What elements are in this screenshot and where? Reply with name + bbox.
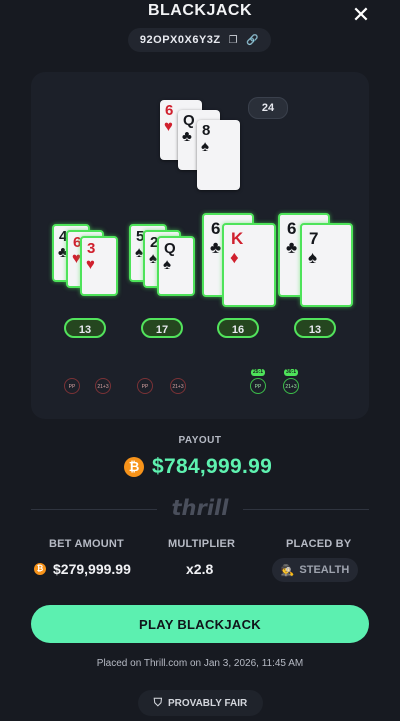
payout-value: $784,999.99 bbox=[152, 455, 273, 478]
hand-total-badge: 13 bbox=[64, 318, 106, 338]
link-icon[interactable]: 🔗 bbox=[246, 35, 259, 46]
placed-by-value: STEALTH bbox=[299, 564, 350, 576]
card-suit: ♠ bbox=[149, 250, 157, 267]
player-card: 7 ♠ bbox=[300, 223, 353, 307]
placed-by-badge: 🕵 STEALTH bbox=[272, 558, 358, 582]
side-bet-multiplier: 25:1 bbox=[251, 369, 265, 376]
close-icon[interactable]: ✕ bbox=[350, 4, 372, 26]
player-card: Q ♠ bbox=[157, 236, 195, 296]
hand-total-badge: 13 bbox=[294, 318, 336, 338]
payout-label: PAYOUT bbox=[178, 435, 222, 446]
card-rank: Q bbox=[183, 112, 195, 129]
side-bet-21plus3: 21+3 bbox=[283, 378, 299, 394]
side-bet-pp: PP bbox=[137, 378, 153, 394]
side-bet-pp: PP bbox=[250, 378, 266, 394]
side-bet-multiplier: 30:1 bbox=[284, 369, 298, 376]
brand-logo: thrill bbox=[171, 496, 229, 520]
card-rank: Q bbox=[164, 240, 176, 257]
side-bet-21plus3: 21+3 bbox=[170, 378, 186, 394]
card-suit: ♥ bbox=[86, 256, 95, 273]
card-suit: ♣ bbox=[210, 238, 222, 257]
shield-icon: ⛉ bbox=[153, 696, 162, 709]
card-rank: 7 bbox=[309, 229, 319, 248]
payout-row: ₿ $784,999.99 bbox=[124, 454, 272, 480]
bet-amount-value: $279,999.99 bbox=[53, 561, 131, 577]
bet-amount-row: ₿ $279,999.99 bbox=[34, 561, 131, 577]
card-suit: ♣ bbox=[286, 238, 298, 257]
play-blackjack-button[interactable]: PLAY BLACKJACK bbox=[31, 605, 369, 643]
divider bbox=[243, 509, 369, 510]
card-rank: 6 bbox=[211, 219, 221, 238]
side-bet-21plus3: 21+3 bbox=[95, 378, 111, 394]
shoe-count-badge: 24 bbox=[248, 97, 288, 119]
hand-total-badge: 17 bbox=[141, 318, 183, 338]
bitcoin-icon: ₿ bbox=[124, 457, 144, 477]
card-rank: 3 bbox=[87, 240, 96, 257]
placed-by-label: PLACED BY bbox=[286, 538, 352, 550]
side-bet-pp: PP bbox=[64, 378, 80, 394]
card-suit: ♠ bbox=[163, 256, 171, 273]
card-suit: ♣ bbox=[182, 128, 192, 145]
hand-total-badge: 16 bbox=[217, 318, 259, 338]
bitcoin-icon: ₿ bbox=[34, 563, 46, 575]
player-card: 3 ♥ bbox=[80, 236, 118, 296]
card-suit: ♦ bbox=[230, 248, 239, 267]
card-suit: ♥ bbox=[164, 118, 173, 135]
divider bbox=[31, 509, 157, 510]
multiplier-label: MULTIPLIER bbox=[168, 538, 236, 550]
provably-fair-button[interactable]: ⛉ PROVABLY FAIR bbox=[138, 690, 263, 716]
bet-amount-label: BET AMOUNT bbox=[49, 538, 124, 550]
card-suit: ♠ bbox=[135, 244, 143, 261]
page-title: BLACKJACK bbox=[147, 2, 253, 19]
placed-on-text: Placed on Thrill.com on Jan 3, 2026, 11:… bbox=[96, 658, 304, 669]
card-rank: K bbox=[231, 229, 244, 248]
card-suit: ♠ bbox=[308, 248, 318, 267]
player-card: K ♦ bbox=[222, 223, 276, 307]
multiplier-value: x2.8 bbox=[186, 561, 214, 577]
dealer-card: 8 ♠ bbox=[197, 120, 240, 190]
card-rank: 8 bbox=[202, 122, 211, 139]
provably-fair-label: PROVABLY FAIR bbox=[167, 697, 248, 709]
game-id-text: 92OPX0X6Y3Z bbox=[139, 34, 221, 46]
incognito-icon: 🕵 bbox=[280, 564, 295, 577]
copy-icon[interactable]: ❐ bbox=[229, 35, 238, 46]
card-rank: 6 bbox=[287, 219, 297, 238]
card-rank: 6 bbox=[165, 102, 174, 119]
card-suit: ♠ bbox=[201, 138, 209, 155]
game-id-pill: 92OPX0X6Y3Z ❐ 🔗 bbox=[128, 28, 271, 52]
